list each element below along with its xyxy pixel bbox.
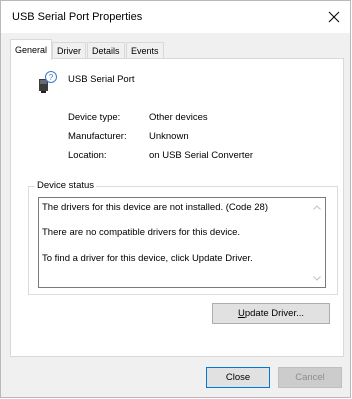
close-icon[interactable] [324, 7, 344, 27]
tab-events[interactable]: Events [126, 42, 164, 59]
location-value: on USB Serial Converter [149, 150, 254, 161]
close-button[interactable]: Close [206, 367, 270, 388]
device-status-group: Device status The drivers for this devic… [28, 180, 338, 295]
tab-strip: General Driver Details Events [10, 39, 341, 60]
title-bar: USB Serial Port Properties [1, 1, 350, 33]
svg-text:?: ? [49, 73, 54, 82]
manufacturer-label: Manufacturer: [68, 131, 127, 142]
unknown-device-icon: ? [38, 71, 58, 93]
status-line-code: The drivers for this device are not inst… [42, 202, 268, 213]
device-status-title: Device status [35, 180, 97, 191]
device-type-value: Other devices [149, 112, 208, 123]
status-line-instructions: To find a driver for this device, click … [42, 253, 253, 264]
cancel-button-label: Cancel [295, 372, 325, 383]
update-driver-mnemonic: U [237, 308, 245, 319]
tab-label: Driver [57, 46, 81, 56]
device-status-textbox[interactable]: The drivers for this device are not inst… [38, 197, 326, 288]
tab-details[interactable]: Details [87, 42, 125, 59]
location-label: Location: [68, 150, 107, 161]
device-name: USB Serial Port [68, 74, 135, 85]
close-button-label: Close [225, 372, 251, 383]
tab-label: Events [131, 46, 159, 56]
update-driver-label: pdate Driver... [244, 308, 304, 319]
tab-general[interactable]: General [10, 39, 53, 60]
tab-label: Details [92, 46, 120, 56]
general-panel: ? USB Serial Port Device type: Other dev… [10, 58, 344, 357]
tab-driver[interactable]: Driver [52, 42, 86, 59]
scroll-up-icon[interactable] [312, 202, 322, 212]
window-title: USB Serial Port Properties [12, 11, 143, 23]
update-driver-button[interactable]: Update Driver... [212, 303, 330, 324]
scroll-down-icon[interactable] [312, 273, 322, 283]
cancel-button[interactable]: Cancel [278, 367, 342, 388]
status-line-compatible: There are no compatible drivers for this… [42, 227, 241, 238]
device-type-label: Device type: [68, 112, 121, 123]
manufacturer-value: Unknown [149, 131, 189, 142]
tab-label: General [15, 45, 48, 55]
properties-dialog: USB Serial Port Properties General Drive… [0, 0, 351, 398]
